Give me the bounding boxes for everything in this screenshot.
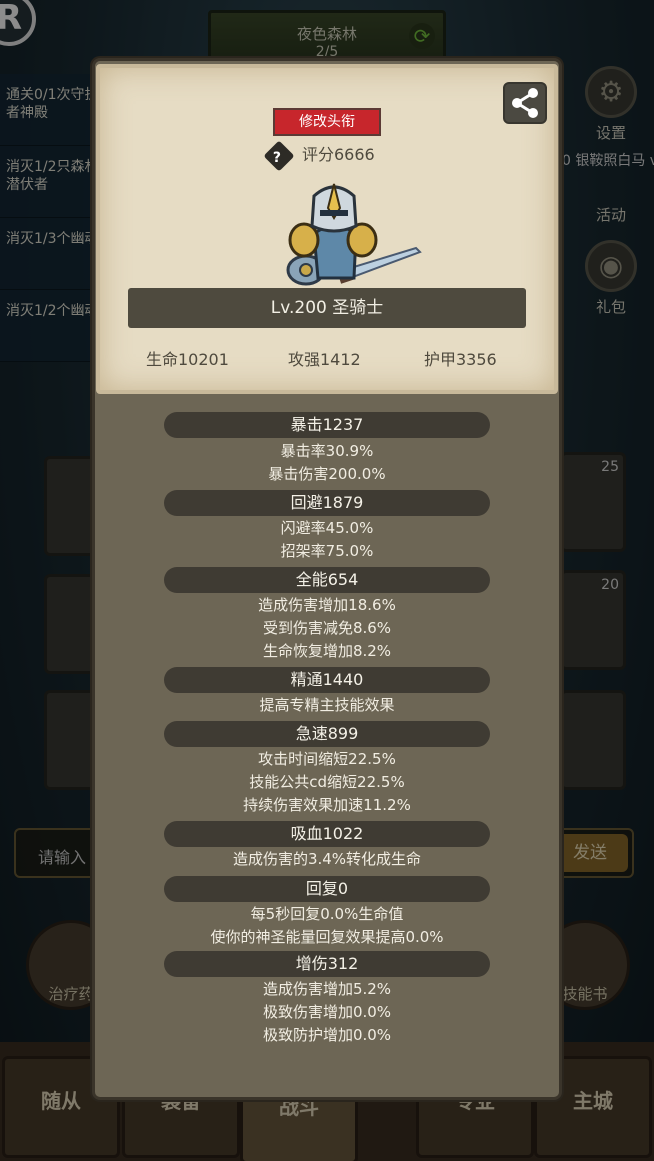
stat-line: 造成伤害增加5.2%	[262, 980, 392, 998]
stat-line: 生命恢复增加8.2%	[262, 642, 392, 660]
stat-line: 招架率75.0%	[280, 542, 374, 560]
stat-line: 持续伤害效果加速11.2%	[243, 796, 411, 814]
help-icon[interactable]: ?	[263, 139, 295, 172]
stat-line: 技能公共cd缩短22.5%	[249, 773, 405, 791]
stat-line: 极致伤害增加0.0%	[262, 1003, 392, 1021]
stat-line: 每5秒回复0.0%生命值	[250, 905, 404, 923]
stat-line: 闪避率45.0%	[280, 519, 374, 537]
share-icon	[512, 88, 538, 118]
stat-line: 攻击时间缩短22.5%	[258, 750, 396, 768]
stat-line: 造成伤害增加18.6%	[258, 596, 396, 614]
score-row: ? 评分6666	[263, 139, 375, 172]
stat-line: 暴击伤害200.0%	[268, 465, 386, 483]
stat-header-avoidance: 回避1879	[164, 490, 490, 516]
stat-line: 造成伤害的3.4%转化成生命	[232, 850, 422, 868]
stat-line: 使你的神圣能量回复效果提高0.0%	[210, 928, 444, 946]
share-button[interactable]	[503, 82, 547, 124]
stat-header-lifesteal: 吸血1022	[164, 821, 490, 847]
stat-header-damage-bonus: 增伤312	[164, 951, 490, 977]
stat-header-haste: 急速899	[164, 721, 490, 747]
stat-line: 提高专精主技能效果	[259, 696, 395, 714]
stat-attack-power: 攻强1412	[288, 350, 361, 369]
stat-line: 暴击率30.9%	[280, 442, 374, 460]
stat-header-mastery: 精通1440	[164, 667, 490, 693]
stat-armor: 护甲3356	[424, 350, 497, 369]
stat-header-crit: 暴击1237	[164, 412, 490, 438]
change-title-button[interactable]: 修改头衔	[273, 108, 381, 136]
stat-health: 生命10201	[146, 350, 229, 369]
paladin-hero-image	[286, 183, 422, 286]
stat-header-regen: 回复0	[164, 876, 490, 902]
stat-line: 极致防护增加0.0%	[262, 1026, 392, 1044]
stat-line: 受到伤害减免8.6%	[262, 619, 392, 637]
hero-level-class: Lv.200 圣骑士	[128, 288, 526, 328]
stat-header-versatility: 全能654	[164, 567, 490, 593]
score-value: 评分6666	[302, 145, 375, 164]
